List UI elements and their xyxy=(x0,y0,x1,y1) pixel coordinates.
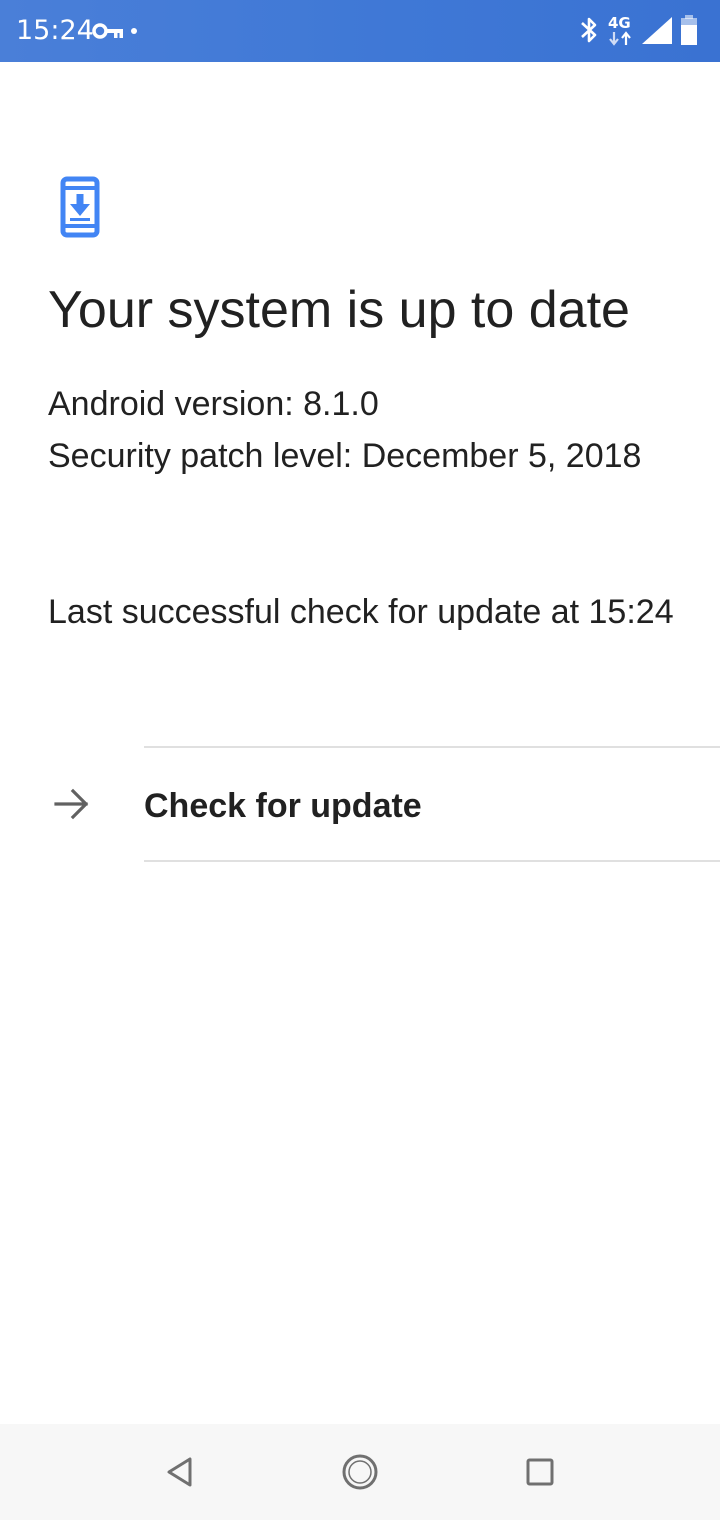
battery-icon xyxy=(681,15,697,45)
check-for-update-label: Check for update xyxy=(144,787,422,825)
version-info: Android version: 8.1.0 Security patch le… xyxy=(48,378,688,482)
vpn-key-icon xyxy=(92,23,123,39)
recents-icon[interactable] xyxy=(520,1452,560,1492)
navigation-bar xyxy=(0,1424,720,1520)
back-icon[interactable] xyxy=(160,1452,200,1492)
android-version: Android version: 8.1.0 xyxy=(48,385,379,423)
notification-dot-icon xyxy=(131,28,137,34)
cell-signal-icon xyxy=(642,17,672,44)
divider xyxy=(144,860,720,862)
home-icon[interactable] xyxy=(340,1452,380,1492)
system-update-icon xyxy=(60,176,100,238)
svg-text:4G: 4G xyxy=(608,14,631,32)
bluetooth-icon xyxy=(581,17,597,43)
status-time: 15:24 xyxy=(16,15,94,46)
network-4g-icon: 4G xyxy=(608,14,631,46)
check-for-update-button[interactable]: Check for update xyxy=(0,748,720,860)
arrow-forward-icon xyxy=(54,788,89,820)
last-check-status: Last successful check for update at 15:2… xyxy=(48,593,674,631)
page-title: Your system is up to date xyxy=(48,281,630,339)
security-patch-level: Security patch level: December 5, 2018 xyxy=(48,437,642,475)
status-bar: 15:24 4G xyxy=(0,0,720,62)
